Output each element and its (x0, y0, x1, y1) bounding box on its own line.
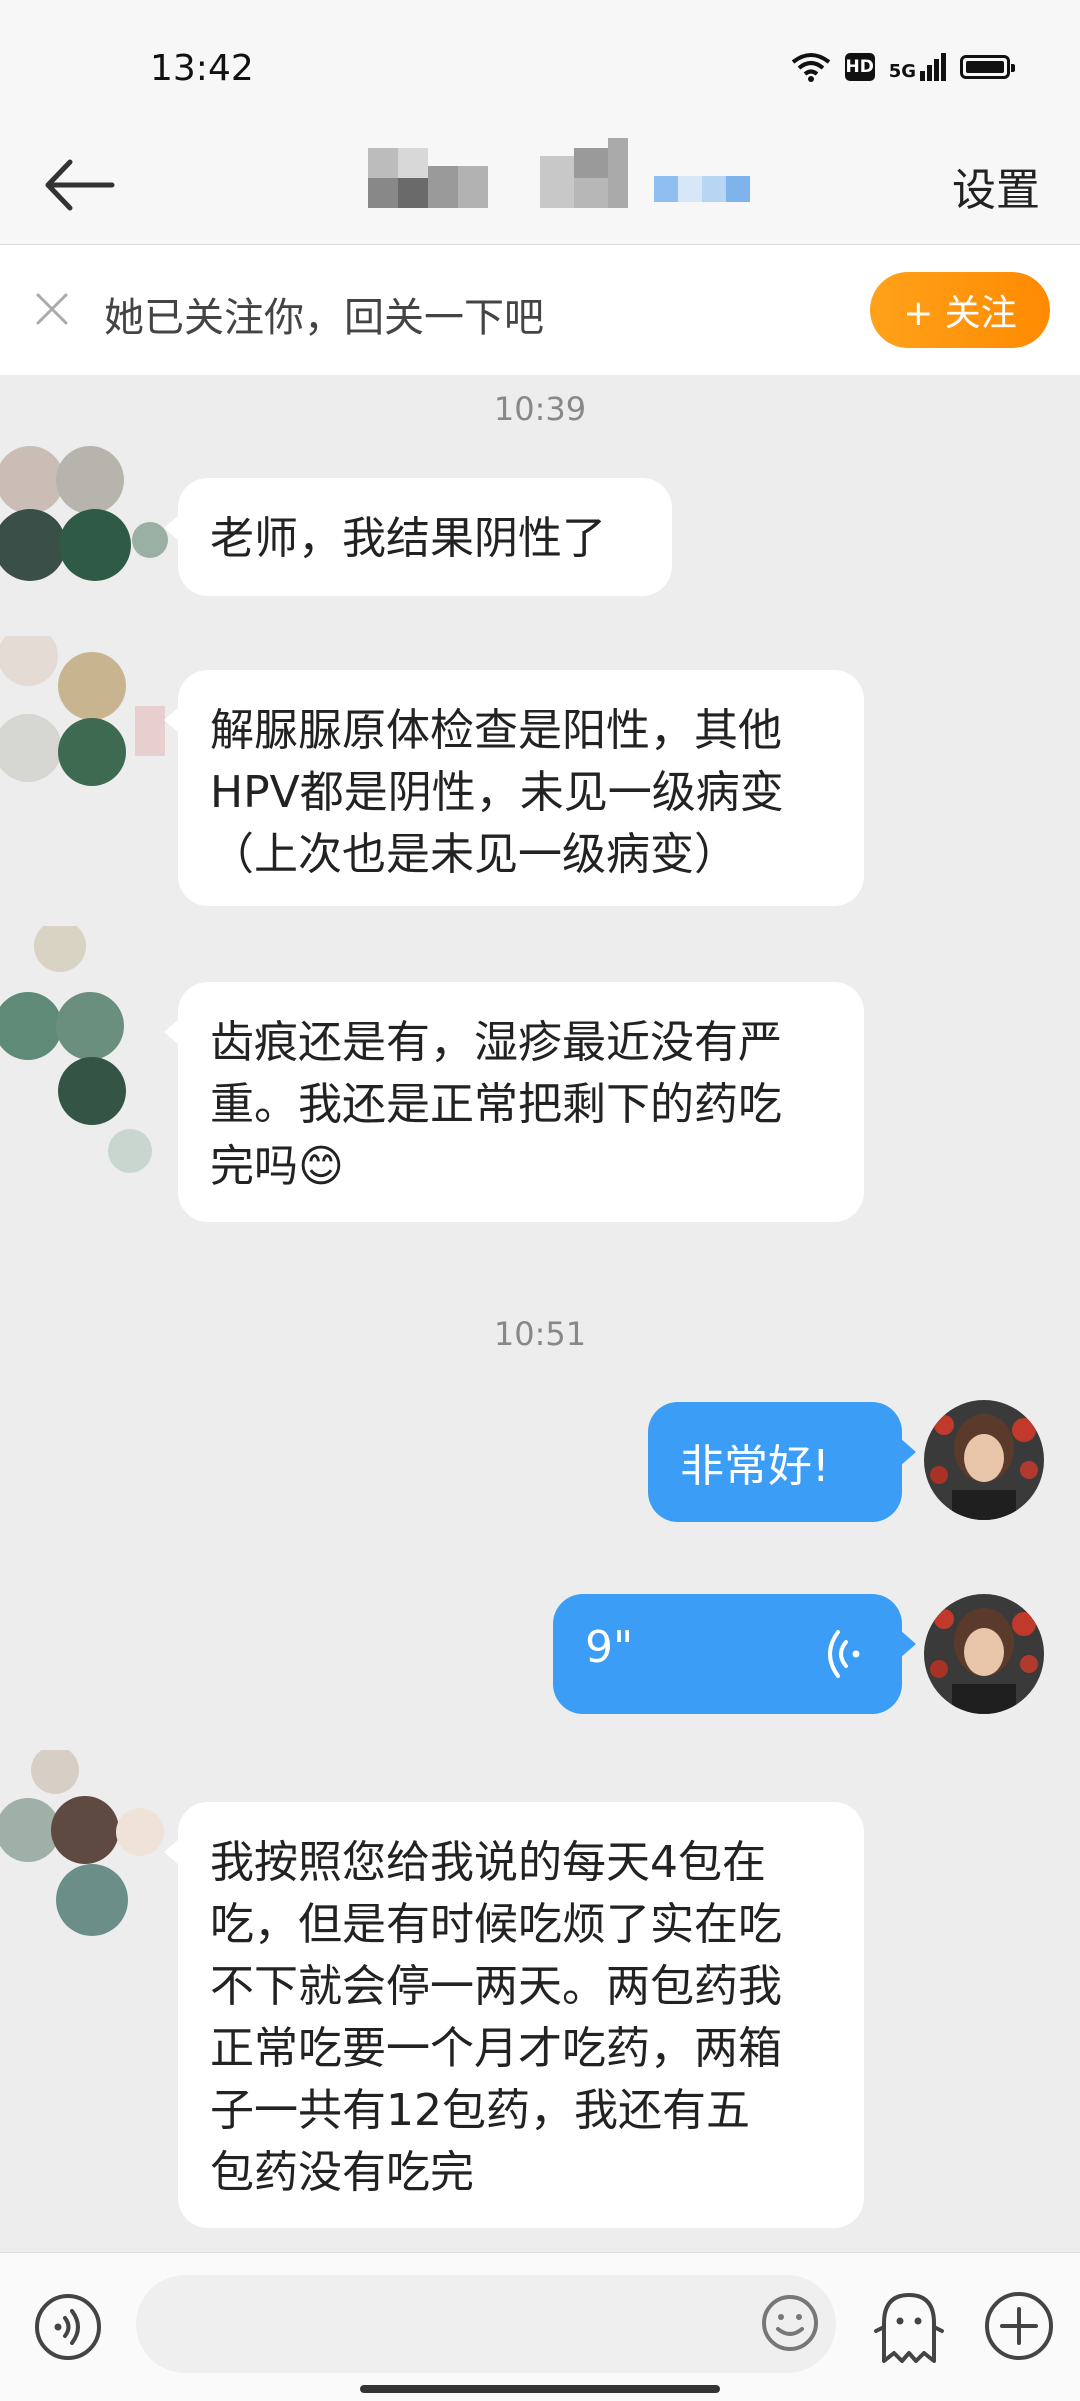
battery-icon (960, 55, 1015, 79)
message-line: HPV都是阴性，未见一级病变 (210, 767, 784, 818)
plus-icon[interactable] (982, 2289, 1056, 2363)
received-message-bubble[interactable]: 解脲脲原体检查是阳性，其他 HPV都是阴性，未见一级病变 （上次也是未见一级病变… (164, 670, 864, 906)
status-bar: 13:42 HD 5G (0, 0, 1080, 130)
status-icons: HD 5G (791, 52, 1015, 82)
emoji-icon[interactable] (760, 2293, 820, 2353)
sender-avatar-pixelated[interactable] (0, 1750, 170, 1960)
sent-message-bubble[interactable]: 非常好! (648, 1402, 916, 1522)
voice-wave-icon (828, 1630, 860, 1678)
message-line: 完吗 (210, 1141, 298, 1192)
message-line: 吃，但是有时候吃烦了实在吃 (210, 1899, 782, 1950)
follow-hint-text: 她已关注你，回关一下吧 (104, 295, 544, 341)
message-timestamp: 10:51 (493, 1315, 587, 1353)
own-avatar[interactable] (924, 1400, 1044, 1520)
network-label: 5G (888, 61, 916, 82)
message-line: 我按照您给我说的每天4包在 (210, 1837, 766, 1888)
message-line: 正常吃要一个月才吃药，两箱 (210, 2023, 782, 2074)
message-line: （上次也是未见一级病变） (210, 829, 738, 880)
close-icon[interactable] (30, 287, 74, 331)
status-time: 13:42 (150, 48, 254, 89)
voice-message-bubble[interactable]: 9" (553, 1594, 916, 1714)
message-line: 重。我还是正常把剩下的药吃 (210, 1079, 782, 1130)
message-line: 老师，我结果阴性了 (210, 513, 606, 564)
own-avatar[interactable] (924, 1594, 1044, 1714)
chat-header: 设置 (0, 130, 1080, 245)
home-indicator (360, 2385, 720, 2393)
sticker-icon[interactable] (870, 2287, 948, 2367)
message-timestamp: 10:39 (493, 390, 587, 428)
sender-avatar-pixelated[interactable] (0, 636, 170, 786)
received-message-bubble[interactable]: 我按照您给我说的每天4包在 吃，但是有时候吃烦了实在吃 不下就会停一两天。两包药… (164, 1802, 864, 2228)
follow-button[interactable]: + 关注 (870, 272, 1050, 348)
message-line: 解脲脲原体检查是阳性，其他 (210, 705, 782, 756)
voice-input-icon[interactable] (32, 2291, 104, 2363)
voice-duration: 9" (585, 1622, 634, 1673)
message-line: 齿痕还是有，湿疹最近没有严 (210, 1017, 782, 1068)
signal-icon: 5G (889, 53, 946, 81)
back-arrow-icon[interactable] (40, 150, 120, 220)
message-input-area (0, 2252, 1080, 2401)
hd-badge: HD (844, 53, 875, 81)
message-text: 非常好! (680, 1441, 830, 1492)
wifi-icon (791, 53, 830, 82)
message-line: 包药没有吃完 (210, 2147, 474, 2198)
message-input[interactable] (136, 2275, 836, 2373)
message-line: 不下就会停一两天。两包药我 (210, 1961, 782, 2012)
message-line: 子一共有12包药，我还有五 (210, 2085, 750, 2136)
received-message-bubble[interactable]: 齿痕还是有，湿疹最近没有严 重。我还是正常把剩下的药吃 完吗😊 (164, 982, 864, 1222)
follow-back-bar: 她已关注你，回关一下吧 + 关注 (0, 245, 1080, 375)
received-message-bubble[interactable]: 老师，我结果阴性了 (164, 478, 672, 596)
settings-button[interactable]: 设置 (952, 154, 1040, 218)
sender-avatar-pixelated[interactable] (0, 440, 170, 590)
sender-avatar-pixelated[interactable] (0, 926, 170, 1186)
blush-emoji-icon: 😊 (298, 1141, 344, 1192)
message-last-line: 完吗😊 (210, 1136, 832, 1198)
contact-name-pixelated (368, 138, 750, 208)
